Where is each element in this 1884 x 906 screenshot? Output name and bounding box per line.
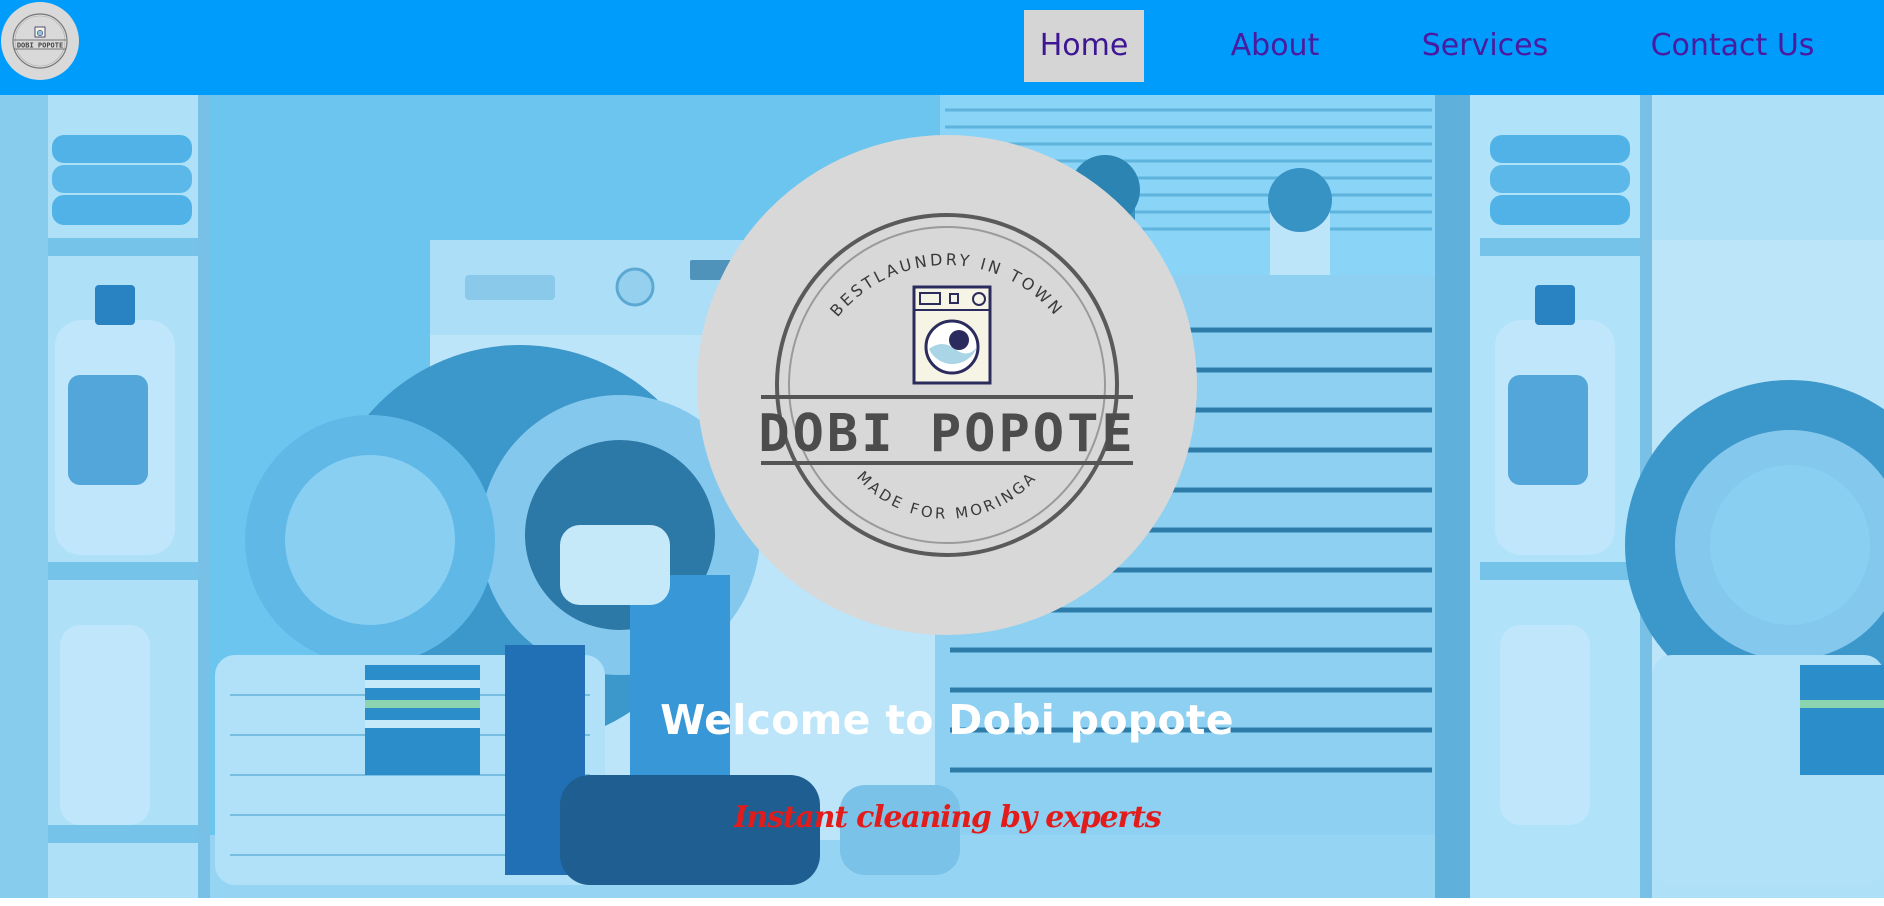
hero-logo: BESTLAUNDRY IN TOWN DOBI POPOTE MADE FOR… — [697, 135, 1197, 635]
nav-menu: Home About Services Contact Us — [0, 10, 1884, 82]
washing-machine-icon — [912, 285, 992, 385]
hero-logo-brand: DOBI POPOTE — [758, 404, 1135, 464]
nav-contact-link[interactable]: Contact Us — [1640, 10, 1825, 82]
hero-title: Welcome to Dobi popote — [660, 696, 1234, 744]
hero-section: BESTLAUNDRY IN TOWN DOBI POPOTE MADE FOR… — [0, 95, 1884, 898]
hero-tagline: Instant cleaning by experts — [733, 800, 1162, 835]
nav-about-link[interactable]: About — [1220, 10, 1330, 82]
navbar: DOBI POPOTE Home About Services Contact … — [0, 0, 1884, 95]
hero-logo-arc-bottom: MADE FOR MORINGA — [853, 468, 1040, 523]
nav-services-link[interactable]: Services — [1410, 10, 1560, 82]
hero-logo-badge: BESTLAUNDRY IN TOWN DOBI POPOTE MADE FOR… — [758, 213, 1135, 557]
nav-home-link[interactable]: Home — [1024, 10, 1144, 82]
